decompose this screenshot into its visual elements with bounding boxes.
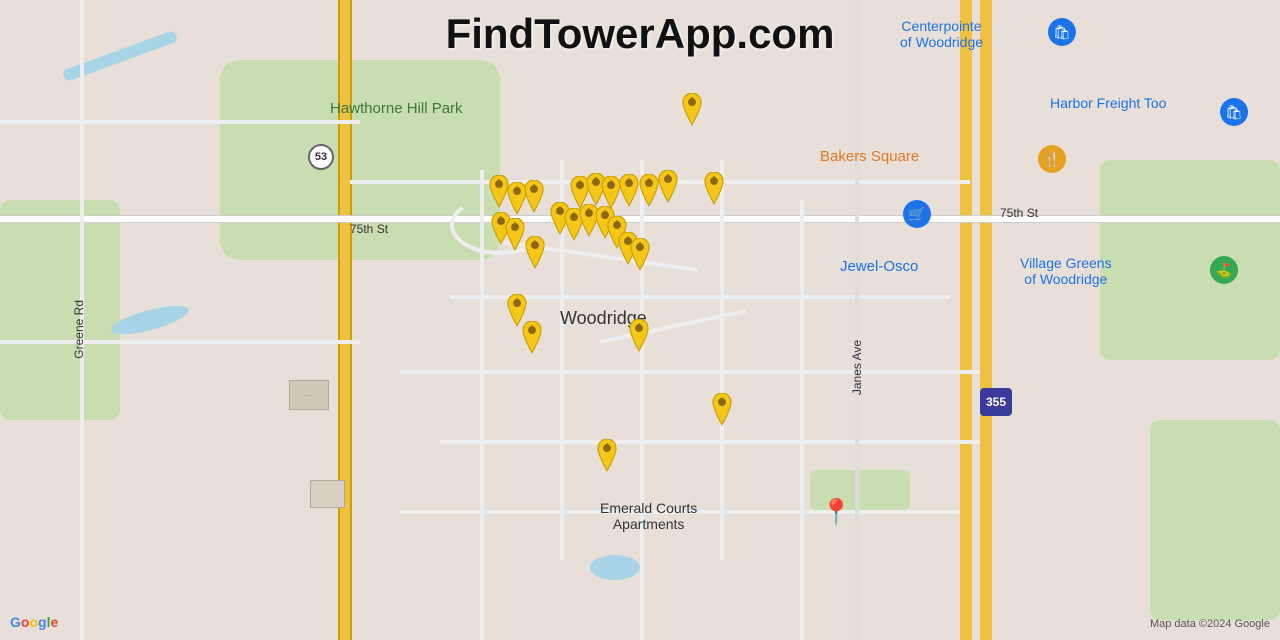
road-highway-right [960, 0, 972, 640]
emerald-courts-icon[interactable]: 📍 [820, 497, 852, 528]
map-container: FindTowerApp.com Hawthorne Hill Park Woo… [0, 0, 1280, 640]
tower-pin-25[interactable] [708, 393, 736, 427]
road-v7 [80, 0, 84, 640]
page-title: FindTowerApp.com [446, 10, 835, 58]
harbor-freight-icon[interactable]: 🛍 [1220, 98, 1248, 126]
road-h3 [400, 370, 980, 374]
road-v4 [720, 160, 724, 560]
road-h5 [400, 510, 960, 514]
tower-pin-10[interactable] [654, 170, 682, 204]
village-greens-icon[interactable]: ⛳ [1210, 256, 1238, 284]
road-highway-left-border [338, 0, 340, 640]
road-highway-right2 [980, 0, 992, 640]
green-area-br [1100, 160, 1280, 360]
shopping-bag-icon-2: 🛍 [1220, 98, 1248, 126]
bakers-square-icon[interactable]: 🍴 [1038, 145, 1066, 173]
tower-pin-21[interactable] [626, 238, 654, 272]
tower-pin-24[interactable] [625, 319, 653, 353]
tower-pin-26[interactable] [593, 439, 621, 473]
location-pin-icon: 📍 [820, 497, 852, 528]
tower-pin-1[interactable] [678, 93, 706, 127]
route-355-label: 355 [980, 388, 1012, 416]
jewel-osco-icon[interactable]: 🛒 [903, 200, 931, 228]
water-pond-1 [590, 555, 640, 580]
road-h7 [0, 340, 360, 344]
restaurant-icon: 🍴 [1038, 145, 1066, 173]
golf-icon: ⛳ [1210, 256, 1238, 284]
road-h4 [440, 440, 980, 444]
building-mark-1: ··· [289, 380, 329, 410]
route-53-label: 53 [308, 144, 334, 170]
green-forest-left [0, 200, 120, 420]
tower-pin-19[interactable] [521, 236, 549, 270]
centerpointe-icon[interactable]: 🛍 [1048, 18, 1076, 46]
green-area-far-right [1150, 420, 1280, 620]
building-mark-2 [310, 480, 345, 508]
tower-pin-4[interactable] [520, 180, 548, 214]
road-v6 [855, 0, 859, 640]
google-logo: Google [10, 614, 58, 630]
shopping-bag-icon: 🛍 [1048, 18, 1076, 46]
road-h6 [0, 120, 360, 124]
grocery-cart-icon: 🛒 [903, 200, 931, 228]
tower-pin-23[interactable] [518, 321, 546, 355]
road-highway-left-border2 [350, 0, 352, 640]
tower-pin-11[interactable] [700, 172, 728, 206]
road-v5 [800, 200, 804, 640]
map-data-credit: Map data ©2024 Google [1150, 618, 1270, 630]
